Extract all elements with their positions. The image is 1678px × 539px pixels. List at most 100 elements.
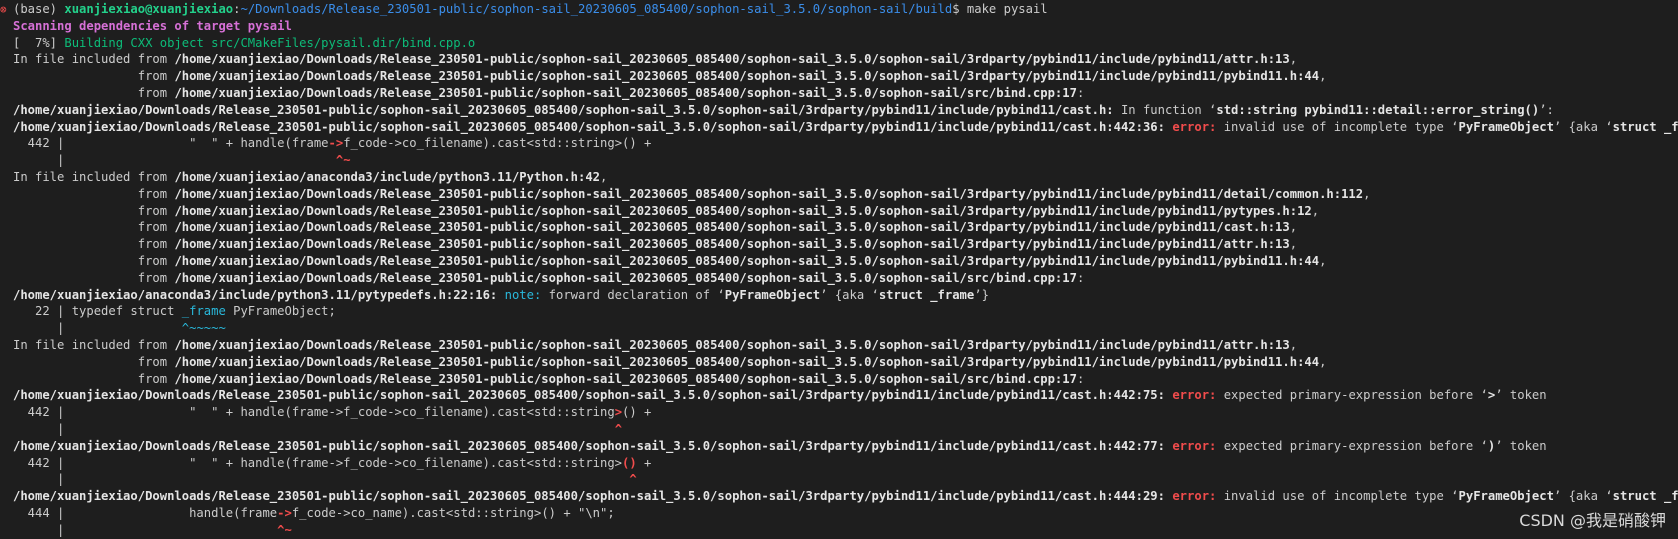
output-segment: from xyxy=(13,203,175,218)
output-segment: 442 | " " + handle(frame->f_code->co_fil… xyxy=(13,405,615,420)
output-segment: , xyxy=(1319,354,1327,369)
output-segment: Scanning dependencies of target pysail xyxy=(13,18,292,33)
output-segment: ’ {aka ‘ xyxy=(820,287,879,302)
output-line: In file included from /home/xuanjiexiao/… xyxy=(0,169,1678,186)
output-segment xyxy=(497,288,504,302)
output-segment: error: xyxy=(1172,119,1217,134)
output-segment: /home/xuanjiexiao/Downloads/Release_2305… xyxy=(13,102,1114,117)
output-segment: -> xyxy=(328,136,344,151)
output-segment: 444 | handle(frame xyxy=(13,505,278,520)
output-segment: , xyxy=(1319,69,1327,84)
output-segment: error: xyxy=(1172,489,1217,504)
output-segment: std::string pybind11::detail::error_stri… xyxy=(1216,102,1540,117)
output-line: | ^~~~~~ xyxy=(0,320,1678,337)
output-segment: /home/xuanjiexiao/anaconda3/include/pyth… xyxy=(174,169,601,184)
output-segment: from xyxy=(13,85,175,100)
output-segment: /home/xuanjiexiao/Downloads/Release_2305… xyxy=(174,69,1320,84)
output-segment: note: xyxy=(504,287,542,302)
output-segment: ’ {aka ‘ xyxy=(1553,119,1613,134)
output-segment: 442 | " " + handle(frame->f_code->co_fil… xyxy=(13,455,623,470)
output-segment: ^~ xyxy=(335,153,351,168)
output-line: 22 | typedef struct _frame PyFrameObject… xyxy=(0,303,1678,320)
output-segment: 22 | typedef struct xyxy=(13,304,182,319)
output-segment: + xyxy=(636,455,652,470)
output-segment: In file included from xyxy=(13,52,175,67)
output-line: /home/xuanjiexiao/Downloads/Release_2305… xyxy=(0,387,1678,404)
output-line: /home/xuanjiexiao/Downloads/Release_2305… xyxy=(0,102,1678,119)
prompt-line: ⊗ (base) xuanjiexiao@xuanjiexiao:~/Downlo… xyxy=(0,1,1678,18)
command-text: make pysail xyxy=(966,2,1048,16)
output-segment: /home/xuanjiexiao/Downloads/Release_2305… xyxy=(174,237,1290,252)
output-segment: In function ‘ xyxy=(1113,102,1217,117)
output-segment: | xyxy=(13,421,615,436)
user-host: xuanjiexiao@xuanjiexiao xyxy=(64,2,234,16)
output-segment: , xyxy=(1289,52,1298,67)
output-segment: from xyxy=(13,371,175,386)
output-segment: /home/xuanjiexiao/Downloads/Release_2305… xyxy=(174,371,1077,386)
output-segment: In file included from xyxy=(13,337,175,352)
build-log: Scanning dependencies of target pysail [ … xyxy=(0,18,1678,539)
output-segment: /home/xuanjiexiao/Downloads/Release_2305… xyxy=(174,220,1290,235)
csdn-watermark: CSDN @我是硝酸钾 xyxy=(1519,511,1666,530)
output-line: /home/xuanjiexiao/Downloads/Release_2305… xyxy=(0,488,1678,505)
output-segment: error: xyxy=(1172,438,1217,453)
output-segment: Building CXX object src/CMakeFiles/pysai… xyxy=(64,35,476,50)
output-segment: () + xyxy=(622,405,652,420)
output-segment: /home/xuanjiexiao/anaconda3/include/pyth… xyxy=(13,287,498,302)
output-segment: [ 7%] xyxy=(13,35,65,50)
output-segment: /home/xuanjiexiao/Downloads/Release_2305… xyxy=(13,388,1165,403)
output-segment: struct _frame xyxy=(878,287,975,302)
output-segment: , xyxy=(1289,237,1298,252)
output-segment: f_code->co_filename).cast<std::string>()… xyxy=(343,136,652,151)
output-segment: /home/xuanjiexiao/Downloads/Release_2305… xyxy=(174,186,1364,201)
output-segment: ^~~~~~ xyxy=(181,321,226,336)
output-segment: from xyxy=(13,237,175,252)
output-line: from /home/xuanjiexiao/Downloads/Release… xyxy=(0,354,1678,371)
output-line: | ^ xyxy=(0,471,1678,488)
output-segment: : xyxy=(1076,85,1085,100)
output-line: 444 | handle(frame->f_code->co_name).cas… xyxy=(0,505,1678,522)
output-segment: /home/xuanjiexiao/Downloads/Release_2305… xyxy=(174,85,1077,100)
output-line: 442 | " " + handle(frame->f_code->co_fil… xyxy=(0,404,1678,421)
output-segment: : xyxy=(1076,270,1085,285)
output-segment: from xyxy=(13,354,175,369)
output-segment: ’ token xyxy=(1495,388,1547,403)
output-segment: error: xyxy=(1172,388,1217,403)
output-line: from /home/xuanjiexiao/Downloads/Release… xyxy=(0,236,1678,253)
output-segment: /home/xuanjiexiao/Downloads/Release_2305… xyxy=(13,438,1165,453)
output-segment: struct _frame xyxy=(1612,489,1678,504)
output-segment: from xyxy=(13,69,175,84)
output-line: from /home/xuanjiexiao/Downloads/Release… xyxy=(0,371,1678,388)
output-segment: , xyxy=(1311,203,1320,218)
output-segment: from xyxy=(13,253,175,268)
output-segment: invalid use of incomplete type ‘ xyxy=(1216,489,1459,504)
output-segment: 442 | " " + handle(frame xyxy=(13,136,329,151)
output-segment: () xyxy=(622,455,637,470)
output-line: | ^~ xyxy=(0,152,1678,169)
output-line: [ 7%] Building CXX object src/CMakeFiles… xyxy=(0,35,1678,52)
output-segment: ’} xyxy=(974,287,989,302)
output-segment: expected primary-expression before ‘ xyxy=(1216,438,1488,453)
output-segment: PyFrameObject xyxy=(1458,489,1554,504)
output-segment: ’: xyxy=(1539,102,1554,117)
output-segment: ^ xyxy=(629,472,637,487)
output-segment: | xyxy=(13,472,630,487)
output-segment: invalid use of incomplete type ‘ xyxy=(1216,119,1459,134)
output-line: from /home/xuanjiexiao/Downloads/Release… xyxy=(0,270,1678,287)
terminal-output[interactable]: ⊗ (base) xuanjiexiao@xuanjiexiao: ~/Downlo… xyxy=(0,1,1678,539)
output-segment: /home/xuanjiexiao/Downloads/Release_2305… xyxy=(174,253,1320,268)
cwd-path: ~/Downloads/Release_230501-public/sophon… xyxy=(240,2,953,16)
output-segment: ’ token xyxy=(1495,438,1547,453)
output-segment: /home/xuanjiexiao/Downloads/Release_2305… xyxy=(174,337,1290,352)
output-segment: struct _frame xyxy=(1612,119,1678,134)
output-line: from /home/xuanjiexiao/Downloads/Release… xyxy=(0,68,1678,85)
output-line: | ^~ xyxy=(0,522,1678,539)
output-segment: /home/xuanjiexiao/Downloads/Release_2305… xyxy=(13,489,1165,504)
output-segment: _frame xyxy=(181,304,226,319)
output-line: from /home/xuanjiexiao/Downloads/Release… xyxy=(0,85,1678,102)
output-segment: , xyxy=(1289,220,1298,235)
output-line: /home/xuanjiexiao/anaconda3/include/pyth… xyxy=(0,287,1678,304)
output-segment: f_code->co_name).cast<std::string>() + "… xyxy=(291,505,615,520)
output-line: In file included from /home/xuanjiexiao/… xyxy=(0,337,1678,354)
output-segment: /home/xuanjiexiao/Downloads/Release_2305… xyxy=(174,270,1077,285)
